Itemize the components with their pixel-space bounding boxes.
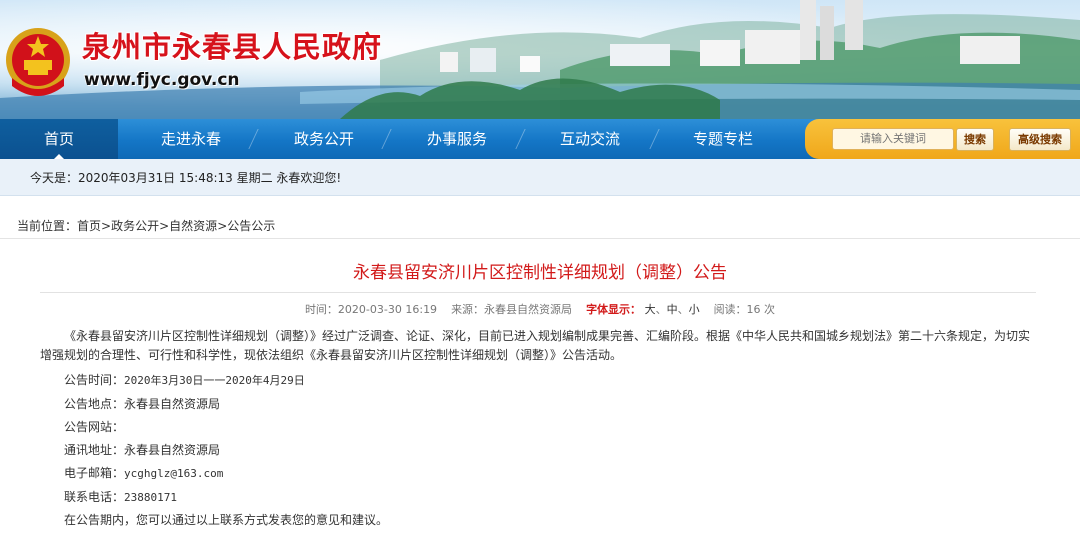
advanced-search-button[interactable]: 高级搜索: [1009, 128, 1071, 151]
font-size-small-link[interactable]: 小: [689, 303, 700, 316]
nav-separator: [649, 129, 660, 149]
article-paragraph: 《永春县留安济川片区控制性详细规划（调整）》经过广泛调查、论证、深化，目前已进入…: [40, 329, 1031, 362]
date-text: 今天是：2020年03月31日 15:48:13 星期二 永春欢迎您!: [30, 171, 342, 185]
breadcrumb-gov-info[interactable]: 政务公开: [111, 219, 159, 233]
search-area: 搜索 高级搜索: [805, 119, 1080, 159]
site-title[interactable]: 泉州市永春县人民政府: [82, 24, 382, 66]
breadcrumb-separator: >: [159, 219, 170, 233]
address-label: 通讯地址：: [64, 443, 125, 457]
article-time: 时间：2020-03-30 16:19: [304, 303, 438, 316]
main-nav: 首页 走进永春 政务公开 办事服务 互动交流 专题专栏 搜索 高级搜索: [0, 119, 1080, 160]
title-divider: [40, 292, 1036, 293]
phone-line: 联系电话：23880171: [64, 488, 177, 505]
font-size-medium-link[interactable]: 中: [667, 303, 678, 316]
announce-place-label: 公告地点：: [64, 397, 125, 411]
breadcrumb-prefix: 当前位置：: [17, 219, 78, 233]
announce-place-line: 公告地点：永春县自然资源局: [64, 395, 220, 412]
date-bar: 今天是：2020年03月31日 15:48:13 星期二 永春欢迎您!: [0, 159, 1080, 196]
site-url[interactable]: www.fjyc.gov.cn: [84, 70, 240, 90]
nav-item-about[interactable]: 走进永春: [132, 119, 250, 159]
article-body: 《永春县留安济川片区控制性详细规划（调整）》经过广泛调查、论证、深化，目前已进入…: [40, 327, 1036, 365]
font-size-label: 字体显示：: [586, 303, 642, 316]
address-value: 永春县自然资源局: [124, 443, 221, 457]
announce-website-label: 公告网站：: [64, 420, 125, 434]
breadcrumb-natural-resources[interactable]: 自然资源: [169, 219, 217, 233]
font-size-large-link[interactable]: 大: [645, 303, 656, 316]
phone-label: 联系电话：: [64, 490, 125, 504]
email-line: 电子邮箱：ycghglz@163.com: [64, 464, 223, 481]
email-value: ycghglz@163.com: [124, 467, 224, 480]
national-emblem-icon: [6, 28, 70, 96]
header-banner: 泉州市永春县人民政府 www.fjyc.gov.cn: [0, 0, 1080, 119]
nav-item-home[interactable]: 首页: [0, 119, 118, 160]
announce-time-label: 公告时间：: [64, 373, 125, 387]
article-container: 永春县留安济川片区控制性详细规划（调整）公告 时间：2020-03-30 16:…: [0, 238, 1080, 554]
article-read-count: 阅读：16 次: [713, 303, 776, 316]
nav-item-interaction[interactable]: 互动交流: [531, 119, 649, 159]
nav-item-topics[interactable]: 专题专栏: [664, 119, 782, 159]
email-label: 电子邮箱：: [64, 466, 125, 480]
closing-line: 在公告期内，您可以通过以上联系方式发表您的意见和建议。: [64, 513, 389, 527]
breadcrumb-separator: >: [217, 219, 228, 233]
search-input[interactable]: [832, 128, 954, 150]
article-source: 来源：永春县自然资源局: [451, 303, 573, 316]
breadcrumb-separator: >: [101, 219, 112, 233]
announce-website-line: 公告网站：: [64, 418, 124, 435]
nav-item-gov-info[interactable]: 政务公开: [265, 119, 383, 159]
breadcrumb: 当前位置：首页>政务公开>自然资源>公告公示: [17, 217, 275, 234]
address-line: 通讯地址：永春县自然资源局: [64, 441, 220, 458]
breadcrumb-home[interactable]: 首页: [77, 219, 101, 233]
announce-place-value: 永春县自然资源局: [124, 397, 221, 411]
phone-value: 23880171: [124, 491, 177, 504]
article-meta: 时间：2020-03-30 16:19 来源：永春县自然资源局 字体显示： 大、…: [304, 303, 776, 316]
search-button[interactable]: 搜索: [956, 128, 994, 151]
article-title: 永春县留安济川片区控制性详细规划（调整）公告: [353, 263, 727, 283]
announce-time-line: 公告时间：2020年3月30日一一2020年4月29日: [64, 371, 305, 388]
nav-separator: [515, 129, 526, 149]
announce-time-value: 2020年3月30日一一2020年4月29日: [124, 374, 305, 387]
nav-item-services[interactable]: 办事服务: [398, 119, 516, 159]
breadcrumb-announcements[interactable]: 公告公示: [227, 219, 275, 233]
